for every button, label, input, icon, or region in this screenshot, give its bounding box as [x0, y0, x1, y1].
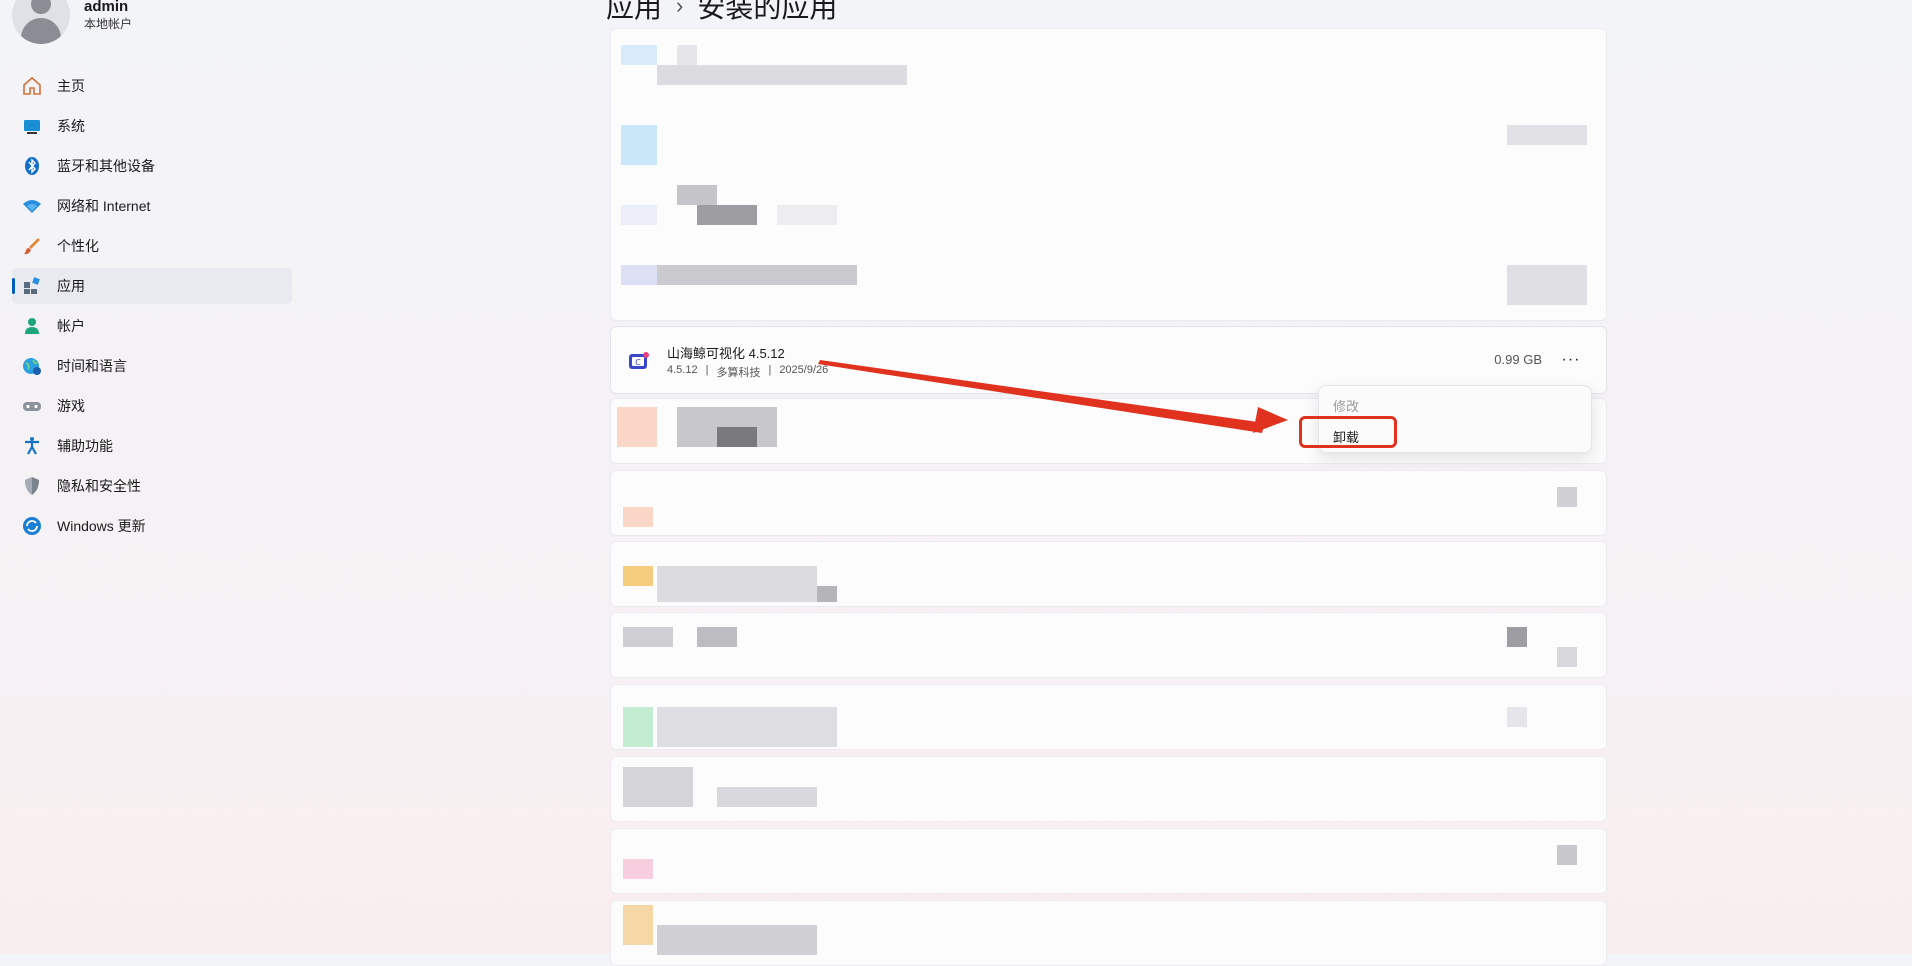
- annotation-arrow: [818, 360, 1288, 433]
